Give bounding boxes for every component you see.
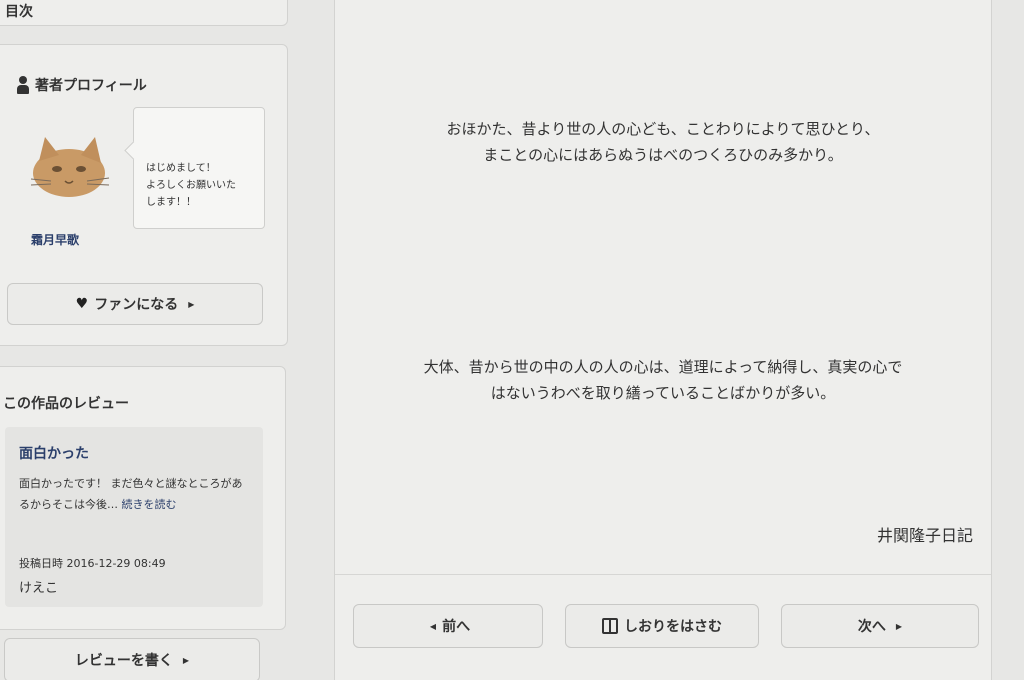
become-fan-button[interactable]: ♥ ファンになる ▶ (7, 283, 263, 325)
cat-eye-left (52, 166, 62, 172)
original-line: まことの心にはあらぬうはべのつくろひのみ多かり。 (483, 146, 843, 164)
review-section-title: この作品のレビュー (3, 396, 129, 412)
write-review-label: レビューを書く (74, 653, 173, 669)
write-review-button[interactable]: レビューを書く ▶ (4, 638, 260, 680)
book-icon (602, 618, 618, 634)
review-box: この作品のレビュー 面白かった 面白かったです！ まだ色々と謎なところがあるから… (0, 366, 286, 630)
bookmark-button[interactable]: しおりをはさむ (565, 604, 759, 648)
next-page-label: 次へ (857, 619, 886, 635)
sidebar: 目次 著者プロフィール はじめまして！ よろしくお願いいた します！！ 霜月早歌… (0, 0, 300, 680)
divider (335, 574, 991, 575)
original-line: おほかた、昔より世の人の心ども、ことわりによりて思ひとり、 (446, 120, 880, 138)
review-title-link[interactable]: 面白かった (19, 443, 89, 463)
author-message: はじめまして！ よろしくお願いいた します！！ (133, 107, 265, 229)
prev-page-label: 前へ (442, 619, 471, 635)
review-excerpt: 面白かったです！ まだ色々と謎なところがあるからそこは今後… 続きを読む (19, 473, 245, 515)
author-message-line: します！！ (146, 197, 196, 208)
original-text: おほかた、昔より世の人の心ども、ことわりによりて思ひとり、 まことの心にはあらぬ… (335, 116, 991, 168)
triangle-right-icon: ▶ (182, 655, 190, 665)
author-profile-box: 著者プロフィール はじめまして！ よろしくお願いいた します！！ 霜月早歌 ♥ … (0, 44, 288, 346)
translation-line: はないうわべを取り繕っていることばかりが多い。 (490, 384, 836, 402)
triangle-right-icon: ▶ (895, 621, 903, 631)
author-profile-title: 著者プロフィール (35, 78, 147, 94)
author-name-link[interactable]: 霜月早歌 (31, 231, 79, 248)
prev-page-button[interactable]: ◀ 前へ (353, 604, 543, 648)
reviewer-name: けえこ (19, 581, 59, 596)
source-citation: 井関隆子日記 (876, 526, 973, 545)
triangle-right-icon: ▶ (188, 299, 195, 309)
heart-icon: ♥ (75, 296, 89, 312)
person-icon (17, 76, 29, 94)
triangle-left-icon: ◀ (429, 621, 437, 631)
author-message-line: よろしくお願いいた (146, 180, 236, 191)
translation-text: 大体、昔から世の中の人の人の心は、道理によって納得し、真実の心で はないうわべを… (335, 354, 991, 406)
read-more-link[interactable]: 続きを読む (122, 498, 177, 511)
avatar[interactable] (21, 131, 117, 203)
bookmark-label: しおりをはさむ (624, 619, 722, 635)
author-message-line: はじめまして！ (146, 163, 216, 174)
next-page-button[interactable]: 次へ ▶ (781, 604, 979, 648)
toc-title[interactable]: 目次 (5, 1, 33, 21)
author-profile-heading: 著者プロフィール (17, 75, 147, 95)
toc-box: 目次 (0, 0, 288, 26)
review-date: 投稿日時 2016-12-29 08:49 (19, 557, 166, 570)
translation-line: 大体、昔から世の中の人の人の心は、道理によって納得し、真実の心で (423, 358, 903, 376)
cat-eye-right (76, 166, 86, 172)
become-fan-label: ファンになる (94, 297, 179, 313)
review-card: 面白かった 面白かったです！ まだ色々と謎なところがあるからそこは今後… 続きを… (5, 427, 263, 607)
reader-panel: おほかた、昔より世の人の心ども、ことわりによりて思ひとり、 まことの心にはあらぬ… (334, 0, 992, 680)
